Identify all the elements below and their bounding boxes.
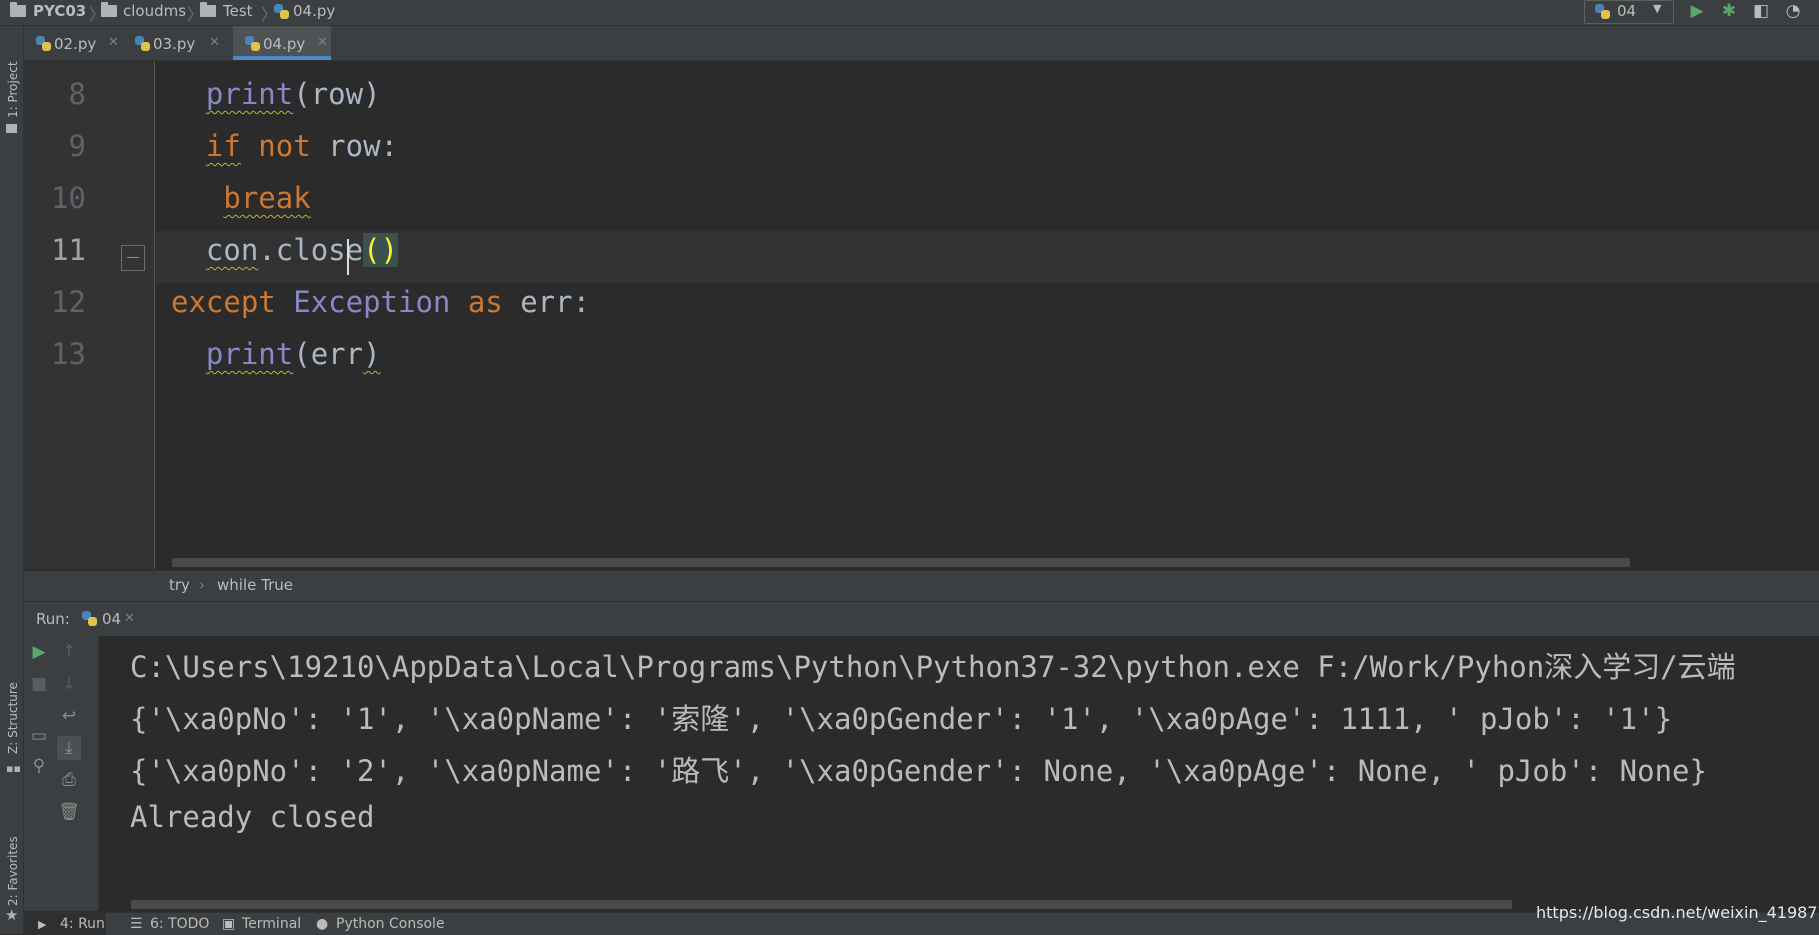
stop-icon[interactable]: ■ (27, 672, 51, 696)
todo-icon: ☰ (130, 916, 143, 932)
line-number: 8 (68, 77, 86, 111)
line-number: 12 (51, 285, 86, 319)
breadcrumb-file[interactable]: 04.py (293, 0, 335, 25)
console-line: {'\xa0pNo': '1', '\xa0pName': '索隆', '\xa… (130, 702, 1673, 736)
folder-icon (10, 2, 26, 17)
tool-tab-todo[interactable]: 6: TODO (150, 916, 209, 932)
tool-tab-terminal[interactable]: Terminal (242, 916, 301, 932)
rerun-icon[interactable]: ▶ (27, 640, 51, 664)
breadcrumb-project[interactable]: PYC03 (33, 0, 86, 25)
python-file-icon (245, 36, 260, 51)
breadcrumb-while-true[interactable]: while True (217, 576, 293, 594)
code-line-9: if not row: (205, 129, 398, 163)
code-line-12: except Exception as err: (171, 285, 591, 319)
line-number: 9 (68, 129, 86, 163)
structure-icon: ▪▪ (6, 762, 21, 775)
watermark-text: https://blog.csdn.net/weixin_41987706 (1536, 903, 1819, 922)
project-tool-tab[interactable]: 1: Project (6, 61, 20, 118)
line-number: 13 (51, 337, 86, 371)
chevron-down-icon: ▼ (1653, 2, 1662, 15)
run-toolbar: ▶ ↑ ■ ↓ ↩ ▭ ⤓ ⚲ ⎙ 🗑 (24, 636, 99, 911)
arrow-down-icon[interactable]: ↓ (57, 672, 81, 696)
soft-wrap-icon[interactable]: ↩ (57, 704, 81, 728)
debug-icon[interactable]: ✱ (1717, 0, 1741, 24)
tab-label: 04.py (263, 35, 306, 53)
scroll-to-end-icon[interactable]: ⤓ (57, 736, 81, 760)
fold-collapse-icon[interactable] (121, 245, 145, 271)
python-file-icon (36, 36, 51, 51)
trash-icon[interactable]: 🗑 (57, 800, 81, 824)
tab-03-py[interactable]: 03.py ✕ (123, 26, 223, 60)
run-tool-header: Run: 04 ✕ (24, 601, 1819, 637)
code-editor[interactable]: 8 9 10 11 12 13 print(row) if not row: b… (24, 61, 1819, 569)
arrow-up-icon[interactable]: ↑ (57, 640, 81, 664)
run-configuration-select[interactable]: 04 ▼ (1584, 0, 1674, 24)
close-icon[interactable]: ✕ (124, 611, 135, 626)
python-file-icon (274, 4, 289, 19)
current-line-highlight (155, 231, 1819, 283)
code-line-8: print(row) (205, 77, 381, 111)
line-number-current: 11 (51, 233, 86, 267)
run-icon: ▶ (38, 918, 47, 931)
print-icon[interactable]: ⎙ (57, 768, 81, 792)
console-line: Already closed (130, 800, 375, 834)
terminal-icon: ▣ (222, 916, 236, 932)
line-number-gutter: 8 9 10 11 12 13 (24, 61, 155, 569)
tab-04-py[interactable]: 04.py ✕ (233, 26, 331, 60)
breadcrumb-cloudms[interactable]: cloudms (123, 0, 186, 25)
tab-02-py[interactable]: 02.py ✕ (24, 26, 122, 60)
code-breadcrumb-bar: try › while True (24, 570, 1819, 601)
tool-tab-run[interactable]: 4: Run (60, 916, 105, 932)
run-label: Run: (36, 610, 70, 628)
close-icon[interactable]: ✕ (317, 35, 328, 50)
run-icon[interactable]: ▶ (1685, 0, 1709, 24)
left-tool-strip: 1: Project Z: Structure ▪▪ 2: Favorites … (0, 26, 24, 934)
line-number: 10 (51, 181, 86, 215)
tab-label: 03.py (153, 35, 196, 53)
run-tab-04[interactable]: 04 (102, 610, 121, 628)
project-folder-icon (6, 124, 17, 133)
editor-tab-bar: 02.py ✕ 03.py ✕ 04.py ✕ (24, 26, 1819, 61)
code-line-11: con.close() (205, 233, 398, 267)
python-file-icon (135, 36, 150, 51)
profile-icon[interactable]: ◔ (1781, 0, 1805, 24)
star-icon: ★ (5, 906, 19, 924)
structure-tool-tab[interactable]: Z: Structure (6, 682, 20, 754)
close-icon[interactable]: ✕ (209, 35, 220, 50)
code-line-13: print(err) (205, 337, 381, 371)
python-icon (1595, 4, 1610, 19)
tab-label: 02.py (54, 35, 97, 53)
breadcrumb-try[interactable]: try (169, 576, 190, 594)
python-icon (82, 611, 97, 626)
coverage-icon[interactable]: ◧ (1749, 0, 1773, 24)
pin-icon[interactable]: ⚲ (27, 754, 51, 778)
text-caret (347, 239, 349, 275)
chevron-right-icon: › (199, 576, 205, 594)
close-icon[interactable]: ✕ (108, 35, 119, 50)
editor-horizontal-scrollbar[interactable] (172, 558, 1630, 567)
console-line: C:\Users\19210\AppData\Local\Programs\Py… (130, 650, 1736, 684)
console-line: {'\xa0pNo': '2', '\xa0pName': '路飞', '\xa… (130, 754, 1707, 788)
python-console-icon: ● (316, 916, 329, 932)
code-line-10: break (223, 181, 311, 215)
folder-icon (200, 2, 216, 17)
run-configuration-label: 04 (1617, 2, 1637, 20)
breadcrumb-test[interactable]: Test (223, 0, 253, 25)
tool-tab-python-console[interactable]: Python Console (336, 916, 445, 932)
console-horizontal-scrollbar[interactable] (131, 900, 1512, 909)
layout-icon[interactable]: ▭ (27, 724, 51, 748)
navigation-bar: PYC03 〉 cloudms 〉 Test 〉 04.py 04 ▼ ▶ ✱ … (0, 0, 1819, 26)
run-console[interactable]: C:\Users\19210\AppData\Local\Programs\Py… (99, 636, 1819, 911)
favorites-tool-tab[interactable]: 2: Favorites (6, 836, 20, 906)
folder-icon (101, 2, 117, 17)
